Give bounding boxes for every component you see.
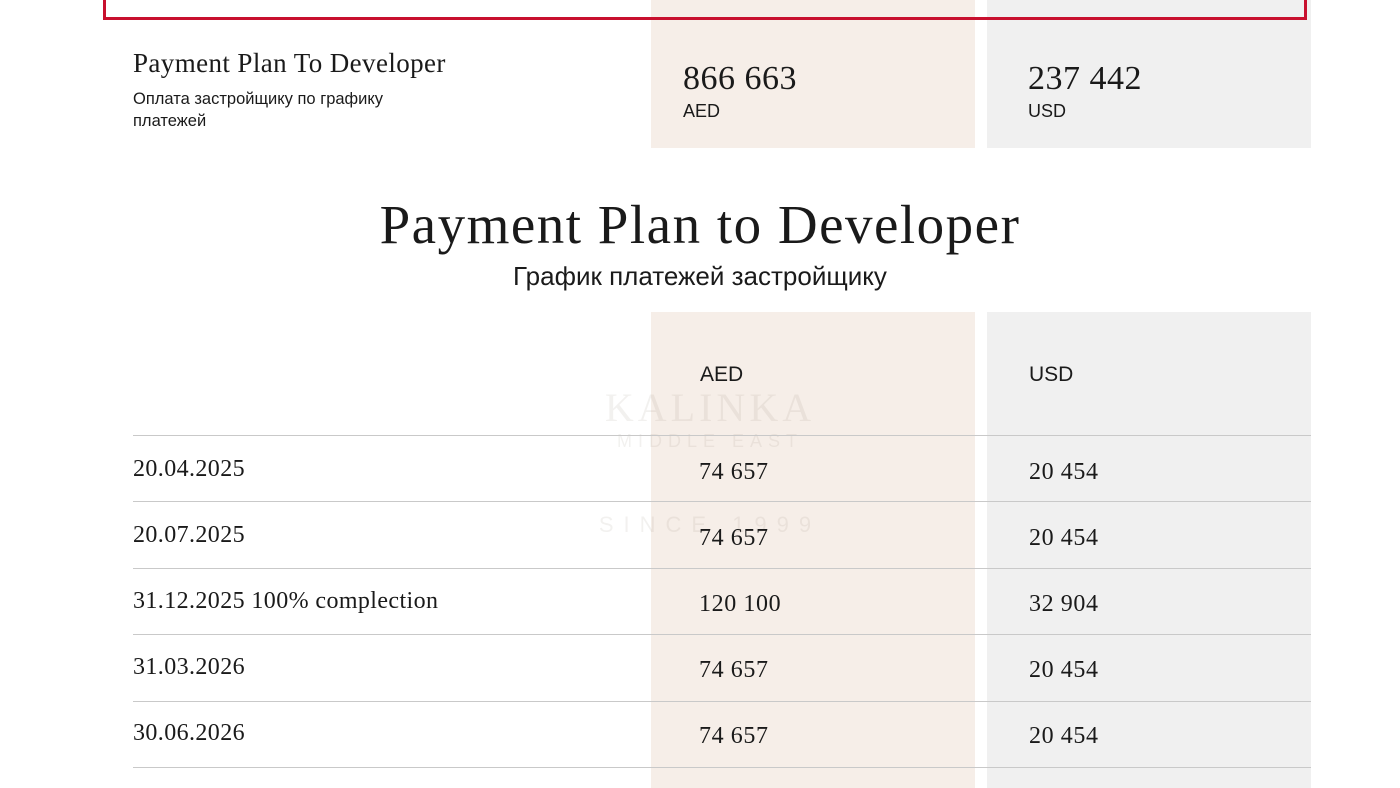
row-divider <box>133 701 1311 702</box>
payment-usd: 20 454 <box>1029 657 1099 683</box>
payment-usd: 20 454 <box>1029 525 1099 551</box>
payment-aed: 120 100 <box>699 591 782 617</box>
payment-aed: 74 657 <box>699 657 769 683</box>
payment-usd: 32 904 <box>1029 591 1099 617</box>
summary-usd-currency: USD <box>1028 101 1067 121</box>
payment-aed: 74 657 <box>699 459 769 485</box>
schedule-subtitle: График платежей застройщику <box>513 261 887 291</box>
row-divider <box>133 767 1311 768</box>
row-divider <box>133 568 1311 569</box>
payment-date: 30.06.2026 <box>133 720 245 746</box>
payment-date: 20.07.2025 <box>133 522 245 548</box>
payment-usd: 20 454 <box>1029 723 1099 749</box>
summary-aed-currency: AED <box>683 101 721 121</box>
summary-subtitle: Оплата застройщику по графику платежей <box>133 90 384 130</box>
highlight-frame <box>103 0 1307 20</box>
payment-date: 31.12.2025 100% complection <box>133 588 439 614</box>
payment-usd: 20 454 <box>1029 459 1099 485</box>
summary-usd-amount: 237 442 <box>1028 60 1142 97</box>
summary-title: Payment Plan To Developer <box>133 48 446 78</box>
payment-plan-page: KALINKA MIDDLE EAST SINCE 1999 Payment P… <box>0 0 1400 788</box>
payment-aed: 74 657 <box>699 723 769 749</box>
payment-date: 20.04.2025 <box>133 456 245 482</box>
summary-aed-amount: 866 663 <box>683 60 797 97</box>
row-divider <box>133 634 1311 635</box>
schedule-title: Payment Plan to Developer <box>379 194 1021 255</box>
payment-aed: 74 657 <box>699 525 769 551</box>
payment-date: 31.03.2026 <box>133 654 245 680</box>
row-divider <box>133 501 1311 502</box>
row-divider <box>133 435 1311 436</box>
column-header-usd: USD <box>1029 363 1074 386</box>
column-header-aed: AED <box>700 363 744 386</box>
